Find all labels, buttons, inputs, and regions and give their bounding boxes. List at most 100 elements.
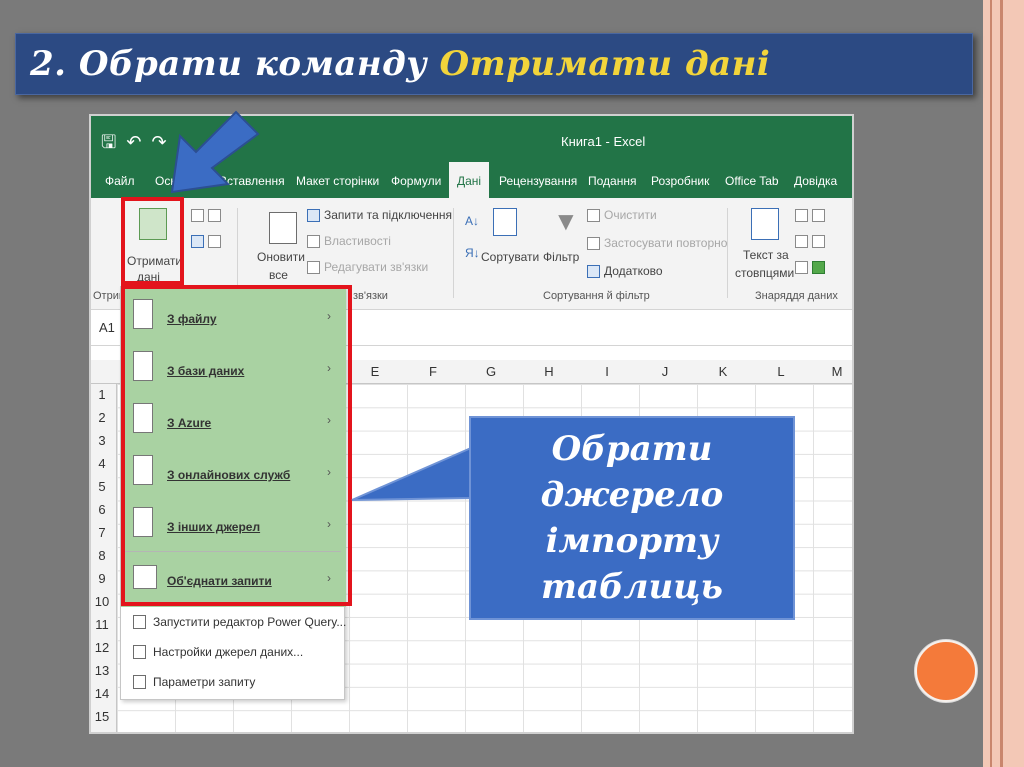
properties-label: Властивості xyxy=(324,234,391,248)
excel-titlebar: 🖫 ↶ ↷ Книга1 - Excel xyxy=(91,116,852,168)
tab-insert[interactable]: Вставлення xyxy=(219,174,285,188)
tab-developer[interactable]: Розробник xyxy=(651,174,709,188)
row-header[interactable]: 10 xyxy=(91,594,113,609)
column-header[interactable]: I xyxy=(597,364,617,379)
decorative-stripe-line xyxy=(990,0,992,767)
reapply-label: Застосувати повторно xyxy=(604,236,728,250)
ribbon-separator xyxy=(453,208,454,298)
row-header[interactable]: 1 xyxy=(91,387,113,402)
text-to-columns-label-2[interactable]: стовпцями xyxy=(735,266,794,280)
quick-access-toolbar: 🖫 ↶ ↷ xyxy=(101,130,177,160)
filter-icon[interactable]: ▼ xyxy=(553,206,579,237)
advanced-filter-button[interactable]: Додатково xyxy=(587,264,663,279)
column-header[interactable]: G xyxy=(481,364,501,379)
text-to-columns-icon[interactable] xyxy=(751,208,779,240)
edit-links-button[interactable]: Редагувати зв'язки xyxy=(307,260,429,275)
sort-za-icon[interactable]: Я↓ xyxy=(465,246,480,260)
callout-text: Обрати джерело імпорту таблиць xyxy=(471,426,793,610)
remove-duplicates-icon[interactable] xyxy=(795,234,829,249)
row-header[interactable]: 5 xyxy=(91,479,113,494)
column-header[interactable]: H xyxy=(539,364,559,379)
window-title: Книга1 - Excel xyxy=(561,134,646,149)
tab-file[interactable]: Файл xyxy=(105,174,135,188)
tab-page-layout[interactable]: Макет сторінки xyxy=(296,174,379,188)
decorative-circle xyxy=(915,640,977,702)
menu-item-launch-power-query[interactable]: Запустити редактор Power Query... xyxy=(133,611,347,635)
tab-view[interactable]: Подання xyxy=(588,174,636,188)
refresh-all-label-2[interactable]: все xyxy=(269,268,288,282)
tab-home[interactable]: Осно xyxy=(155,174,184,188)
group-sort-filter-label: Сортування й фільтр xyxy=(543,290,650,302)
column-header[interactable]: K xyxy=(713,364,733,379)
undo-icon[interactable]: ↶ xyxy=(126,132,141,152)
refresh-all-icon[interactable] xyxy=(269,212,297,244)
tab-help[interactable]: Довідка xyxy=(794,174,837,188)
row-header[interactable]: 15 xyxy=(91,709,113,724)
ribbon-separator xyxy=(727,208,728,298)
row-header[interactable]: 2 xyxy=(91,410,113,425)
menu-highlight-frame xyxy=(121,285,352,606)
advanced-filter-label: Додатково xyxy=(604,264,663,278)
decorative-stripe-line xyxy=(1000,0,1003,767)
sort-label[interactable]: Сортувати xyxy=(481,250,539,264)
options-icon xyxy=(133,675,146,689)
clear-filter-button[interactable]: Очистити xyxy=(587,208,657,223)
row-header[interactable]: 6 xyxy=(91,502,113,517)
flash-fill-icon[interactable] xyxy=(795,208,829,223)
slide-title: 2. Обрати команду Отримати дані xyxy=(30,44,770,84)
queries-connections-label: Запити та підключення xyxy=(324,208,452,222)
tab-office-tab[interactable]: Office Tab xyxy=(725,174,779,188)
row-header[interactable]: 7 xyxy=(91,525,113,540)
from-text-icon[interactable] xyxy=(191,208,225,223)
redo-icon[interactable]: ↷ xyxy=(151,132,166,152)
row-header[interactable]: 3 xyxy=(91,433,113,448)
tab-review[interactable]: Рецензування xyxy=(499,174,577,188)
menu-item-data-source-settings[interactable]: Настройки джерел даних... xyxy=(133,641,343,665)
callout-line: імпорту xyxy=(545,521,719,561)
tab-data[interactable]: Дані xyxy=(449,162,490,198)
callout-box: Обрати джерело імпорту таблиць xyxy=(469,416,795,620)
callout-line: Обрати xyxy=(551,429,713,469)
title-highlight: Отримати дані xyxy=(439,44,771,84)
row-header[interactable]: 13 xyxy=(91,663,113,678)
edit-links-label: Редагувати зв'язки xyxy=(324,260,429,274)
menu-item-label: Параметри запиту xyxy=(153,675,256,689)
save-icon[interactable]: 🖫 xyxy=(101,132,116,152)
callout-line: таблиць xyxy=(541,567,723,607)
row-header[interactable]: 14 xyxy=(91,686,113,701)
power-query-icon xyxy=(133,615,146,629)
menu-item-query-options[interactable]: Параметри запиту xyxy=(133,671,343,695)
row-header[interactable]: 12 xyxy=(91,640,113,655)
text-to-columns-label[interactable]: Текст за xyxy=(743,248,789,262)
reapply-button[interactable]: Застосувати повторно xyxy=(587,236,728,251)
name-box[interactable]: A1 xyxy=(99,320,115,335)
get-data-highlight xyxy=(121,197,184,285)
column-header[interactable]: J xyxy=(655,364,675,379)
column-header[interactable]: M xyxy=(827,364,847,379)
column-header[interactable]: F xyxy=(423,364,443,379)
sort-az-icon[interactable]: A↓ xyxy=(465,214,479,228)
queries-connections-button[interactable]: Запити та підключення xyxy=(307,208,452,223)
column-header[interactable]: E xyxy=(365,364,385,379)
row-header[interactable]: 9 xyxy=(91,571,113,586)
column-header[interactable]: L xyxy=(771,364,791,379)
callout-line: джерело xyxy=(540,475,724,515)
from-web-icon[interactable] xyxy=(191,234,225,249)
row-header[interactable]: 4 xyxy=(91,456,113,471)
ribbon-tabs: Файл Осно Вставлення Макет сторінки Форм… xyxy=(91,162,852,198)
filter-label[interactable]: Фільтр xyxy=(543,250,579,264)
title-text: 2. Обрати команду xyxy=(30,44,440,84)
group-data-tools-label: Знаряддя даних xyxy=(755,290,838,302)
tab-formulas[interactable]: Формули xyxy=(391,174,441,188)
data-validation-icon[interactable] xyxy=(795,260,829,275)
row-header[interactable]: 11 xyxy=(91,617,113,632)
menu-item-label: Запустити редактор Power Query... xyxy=(153,615,347,629)
properties-button[interactable]: Властивості xyxy=(307,234,391,249)
group-queries-label: зв'язки xyxy=(353,290,388,302)
row-header[interactable]: 8 xyxy=(91,548,113,563)
clear-filter-label: Очистити xyxy=(604,208,657,222)
refresh-all-label[interactable]: Оновити xyxy=(257,250,305,264)
sort-dialog-icon[interactable] xyxy=(493,208,517,236)
title-banner: 2. Обрати команду Отримати дані xyxy=(15,33,973,95)
menu-item-label: Настройки джерел даних... xyxy=(153,645,304,659)
